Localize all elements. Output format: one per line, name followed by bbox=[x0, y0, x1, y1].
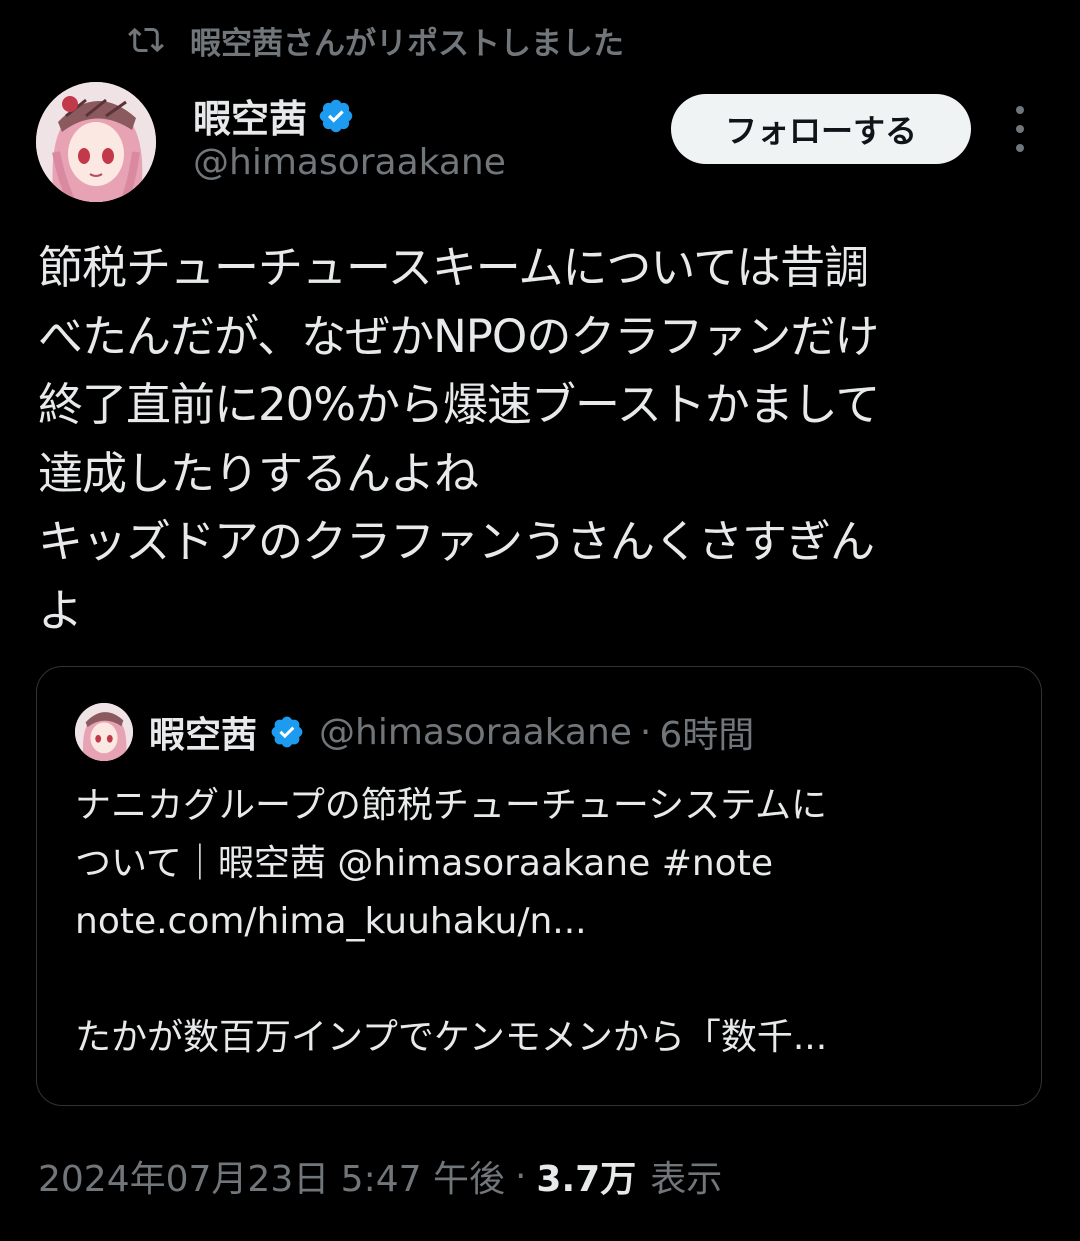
tweet-timestamp[interactable]: 2024年07月23日 5:47 午後 bbox=[38, 1150, 505, 1202]
quoted-tweet-text: ナニカグループの節税チューチューシステムに ついて｜暇空茜 @himasoraa… bbox=[75, 785, 828, 1058]
quoted-tweet-header: 暇空茜 @himasoraakane · 6時間 bbox=[75, 703, 754, 761]
quoted-author-name: 暇空茜 bbox=[149, 715, 258, 756]
repost-text[interactable]: 暇空茜さんがリポストしました bbox=[190, 18, 624, 63]
repost-header: 暇空茜さんがリポストしました bbox=[128, 16, 624, 64]
repost-icon bbox=[128, 27, 164, 53]
follow-button[interactable]: フォローする bbox=[671, 94, 971, 164]
quoted-author-handle: @himasoraakane bbox=[319, 711, 632, 753]
author-name[interactable]: 暇空茜 bbox=[193, 88, 307, 143]
author-handle[interactable]: @himasoraakane bbox=[193, 142, 506, 183]
more-icon[interactable] bbox=[1000, 106, 1040, 152]
tweet-meta: 2024年07月23日 5:47 午後 · 3.7万 表示 bbox=[38, 1150, 722, 1202]
tweet-text: 節税チューチュースキームについては昔調 べたんだが、なぜかNPOのクラファンだけ… bbox=[38, 241, 880, 637]
avatar[interactable] bbox=[36, 82, 156, 202]
views-count: 3.7万 bbox=[536, 1159, 637, 1200]
verified-badge-icon bbox=[271, 716, 303, 748]
verified-badge-icon bbox=[319, 99, 353, 132]
quoted-separator: · bbox=[639, 711, 652, 753]
meta-separator: · bbox=[514, 1155, 527, 1197]
quoted-avatar bbox=[75, 703, 133, 761]
author-name-row[interactable]: 暇空茜 bbox=[193, 88, 355, 143]
views-label: 表示 bbox=[650, 1159, 723, 1200]
quoted-timestamp: 6時間 bbox=[659, 715, 755, 756]
quoted-tweet[interactable]: 暇空茜 @himasoraakane · 6時間 ナニカグループの節税チューチュ… bbox=[36, 666, 1042, 1106]
